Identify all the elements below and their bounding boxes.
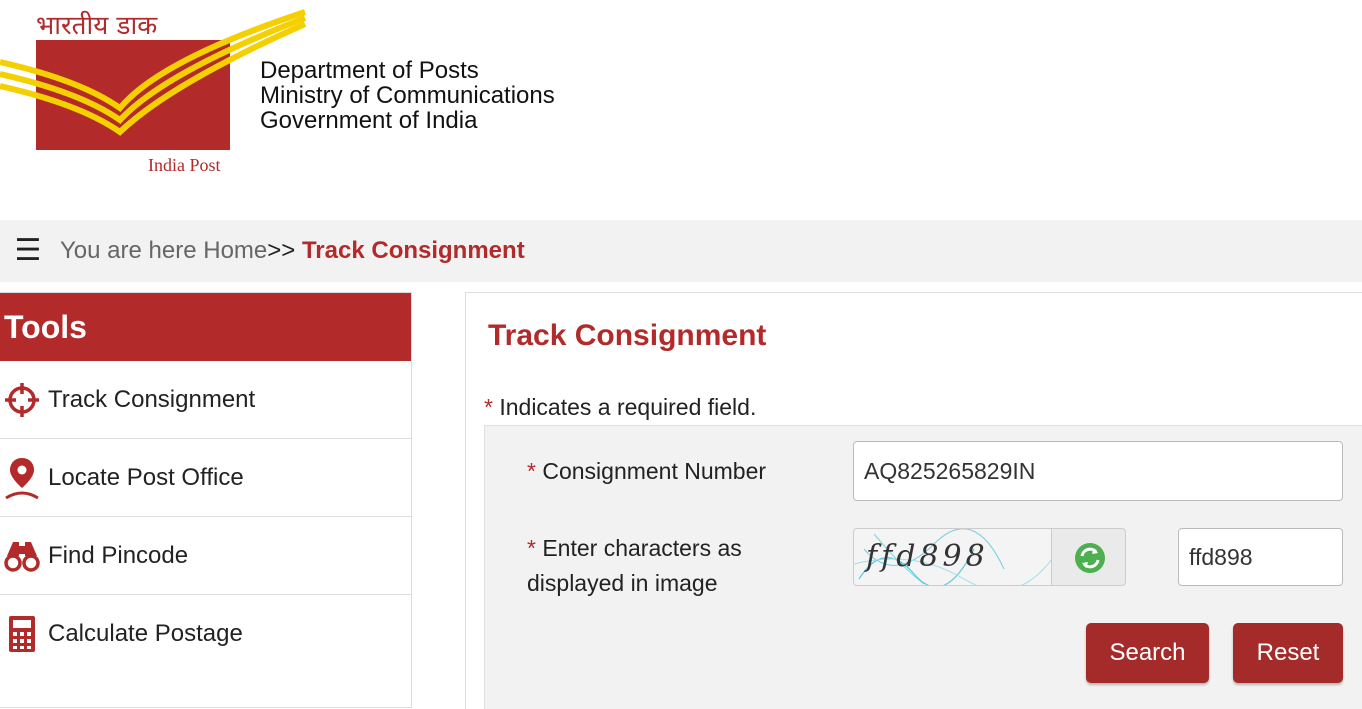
breadcrumb-separator: >>	[267, 237, 302, 264]
sidebar-item-locate-post-office[interactable]: Locate Post Office	[0, 439, 411, 517]
breadcrumb-home-link[interactable]: Home	[203, 237, 267, 264]
breadcrumb: You are here Home>> Track Consignment	[60, 237, 525, 265]
captcha-label: * Enter characters as displayed in image	[527, 531, 827, 601]
sidebar-item-label: Track Consignment	[48, 385, 256, 413]
logo-hindi-text: भारतीय डाक	[36, 11, 158, 41]
sidebar-item-find-pincode[interactable]: Find Pincode	[0, 517, 411, 595]
sidebar-item-track-consignment[interactable]: Track Consignment	[0, 361, 411, 439]
required-star: *	[527, 458, 536, 484]
captcha-input[interactable]	[1178, 528, 1343, 586]
required-note-text: Indicates a required field.	[492, 394, 757, 420]
sidebar-title: Tools	[0, 293, 411, 361]
refresh-icon	[1074, 543, 1105, 573]
sidebar-item-label: Find Pincode	[48, 541, 189, 569]
breadcrumb-current: Track Consignment	[301, 237, 525, 264]
page-title: Track Consignment	[488, 319, 767, 352]
logo-english-text: India Post	[148, 155, 221, 175]
required-star: *	[484, 394, 493, 420]
consignment-number-label: * Consignment Number	[527, 458, 766, 485]
binoculars-icon	[2, 534, 42, 578]
menu-button[interactable]: ☰	[0, 220, 60, 282]
sidebar-item-label: Calculate Postage	[48, 620, 243, 647]
breadcrumb-bar: ☰ You are here Home>> Track Consignment	[0, 220, 1362, 282]
track-consignment-panel: Track Consignment * Indicates a required…	[465, 292, 1362, 709]
map-pin-icon	[2, 456, 42, 500]
site-header: भारतीय डाक India Post Department of Post…	[0, 0, 1362, 220]
calculator-icon	[2, 612, 42, 656]
required-star: *	[527, 535, 536, 561]
department-title: Department of Posts Ministry of Communic…	[260, 58, 555, 133]
sidebar-item-calculate-postage[interactable]: Calculate Postage	[0, 595, 411, 673]
captcha-label-text: Enter characters as displayed in image	[527, 535, 742, 596]
crosshair-icon	[2, 378, 42, 422]
government-line: Government of India	[260, 107, 478, 134]
breadcrumb-prefix: You are here	[60, 237, 204, 264]
refresh-captcha-button[interactable]	[1052, 529, 1125, 585]
required-field-note: * Indicates a required field.	[484, 394, 756, 421]
captcha-box: ffd898	[853, 528, 1126, 586]
consignment-number-input[interactable]	[853, 441, 1343, 501]
search-button[interactable]: Search	[1086, 623, 1209, 683]
hamburger-icon: ☰	[14, 234, 42, 267]
department-line: Department of Posts	[260, 57, 479, 84]
reset-button[interactable]: Reset	[1233, 623, 1343, 683]
tools-sidebar: Tools Track Consignment Locate Post Offi…	[0, 292, 412, 708]
sidebar-item-label: Locate Post Office	[48, 463, 244, 491]
ministry-line: Ministry of Communications	[260, 82, 555, 109]
tracking-form: * Consignment Number * Enter characters …	[484, 425, 1362, 709]
captcha-text: ffd898	[866, 539, 989, 574]
consignment-label-text: Consignment Number	[535, 458, 767, 484]
captcha-image: ffd898	[854, 529, 1052, 585]
